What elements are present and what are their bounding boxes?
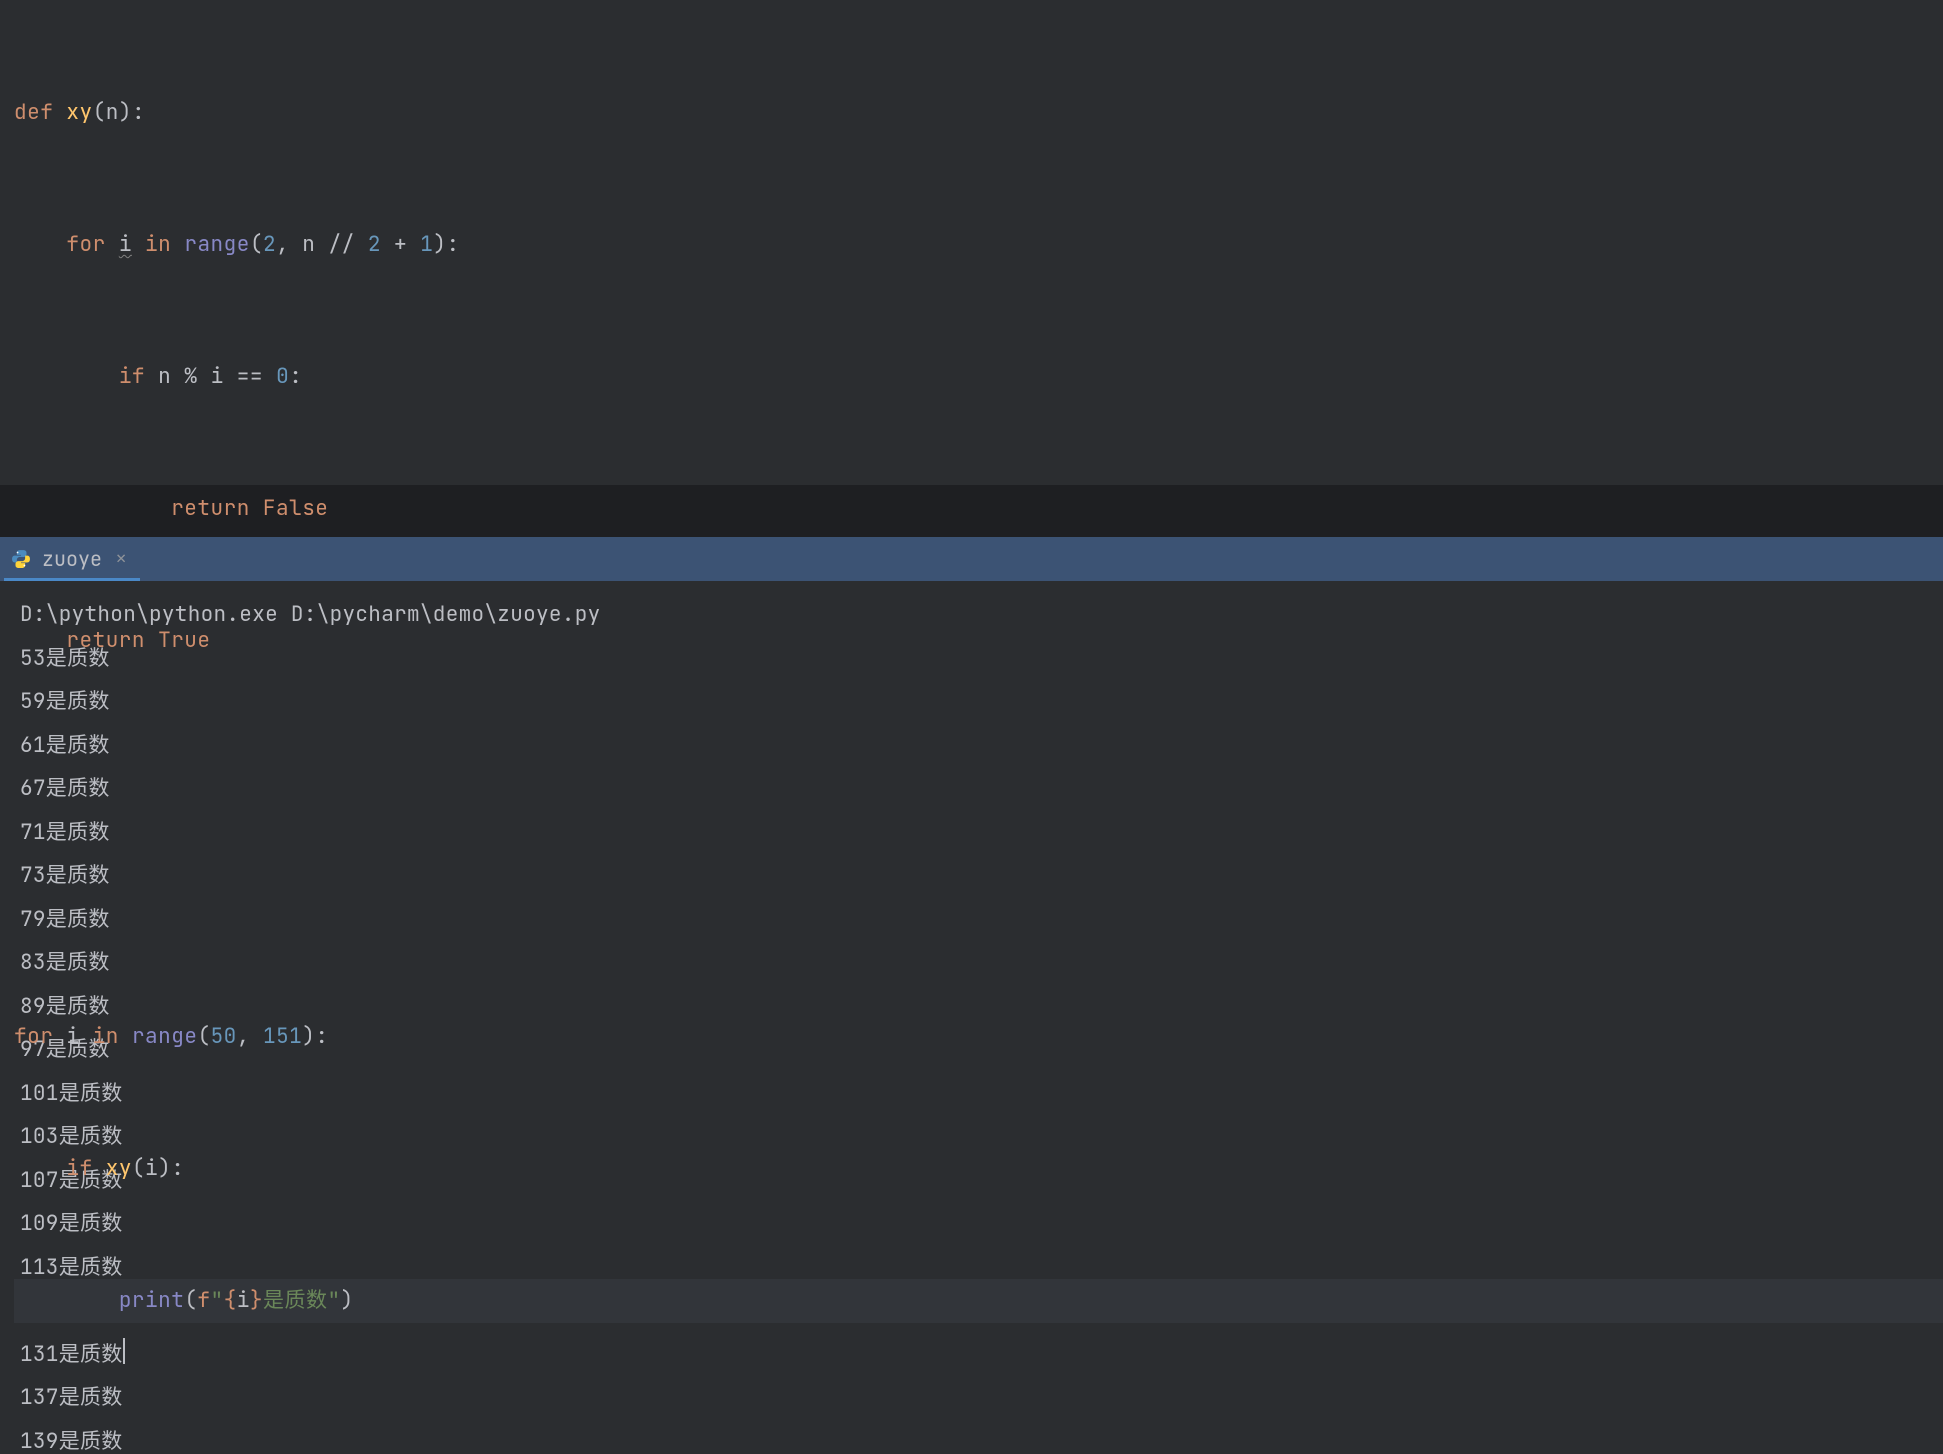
code-line-blank[interactable] <box>14 883 1943 927</box>
code-line[interactable]: if n % i == 0: <box>14 355 1943 399</box>
code-line[interactable]: def xy(n): <box>14 91 1943 135</box>
code-line[interactable]: if xy(i): <box>14 1147 1943 1191</box>
python-file-icon <box>10 548 32 570</box>
code-line[interactable]: return False <box>14 487 1943 531</box>
code-line[interactable]: print(f"{i}是质数") <box>14 1279 1943 1323</box>
code-line[interactable]: return True <box>14 619 1943 663</box>
code-line-blank[interactable] <box>14 751 1943 795</box>
code-line[interactable]: for i in range(2, n // 2 + 1): <box>14 223 1943 267</box>
code-editor[interactable]: def xy(n): for i in range(2, n // 2 + 1)… <box>0 0 1943 485</box>
close-icon[interactable]: ✕ <box>116 548 126 570</box>
gutter <box>0 0 12 485</box>
code-area[interactable]: def xy(n): for i in range(2, n // 2 + 1)… <box>0 3 1943 1411</box>
run-tab-label: zuoye <box>42 546 102 572</box>
run-tab-zuoye[interactable]: zuoye ✕ <box>4 537 140 581</box>
code-line[interactable]: for i in range(50, 151): <box>14 1015 1943 1059</box>
console-output-line: 139是质数 <box>20 1420 1943 1454</box>
